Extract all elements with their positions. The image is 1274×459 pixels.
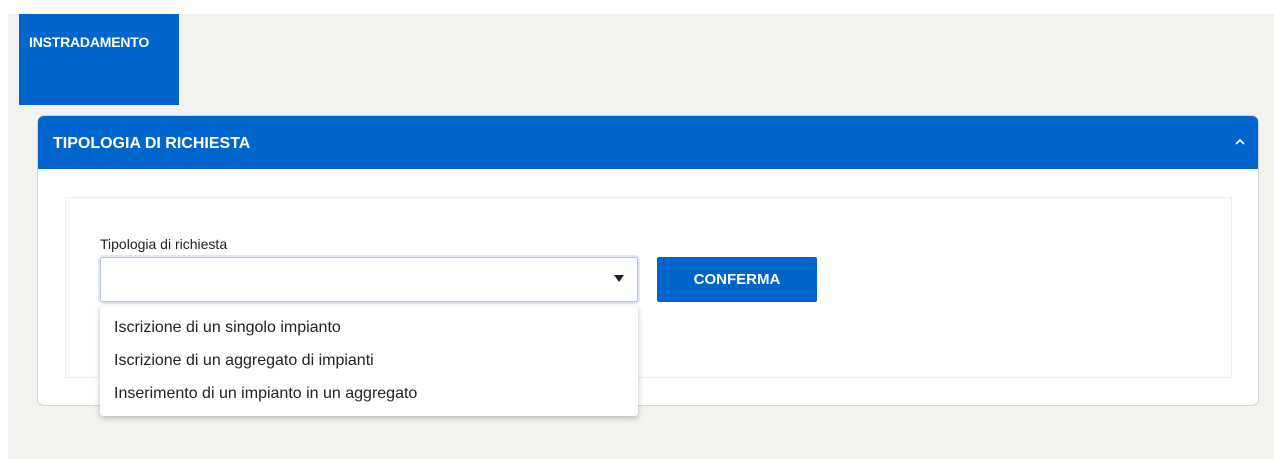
confirm-button[interactable]: CONFERMA [657,257,817,302]
dropdown-option[interactable]: Inserimento di un impianto in un aggrega… [100,377,638,410]
request-type-select[interactable] [100,257,638,302]
tab-label: INSTRADAMENTO [29,34,150,50]
field-label: Tipologia di richiesta [100,236,228,252]
chevron-up-icon[interactable] [1234,136,1246,148]
caret-down-icon [614,275,624,282]
card-title: TIPOLOGIA DI RICHIESTA [53,135,251,152]
card-header[interactable]: TIPOLOGIA DI RICHIESTA [38,116,1258,169]
tab-instradamento[interactable]: INSTRADAMENTO [19,14,179,106]
dropdown-option[interactable]: Iscrizione di un aggregato di impianti [100,344,638,377]
dropdown-option[interactable]: Iscrizione di un singolo impianto [100,311,638,344]
dropdown-menu: Iscrizione di un singolo impianto Iscriz… [100,306,638,416]
